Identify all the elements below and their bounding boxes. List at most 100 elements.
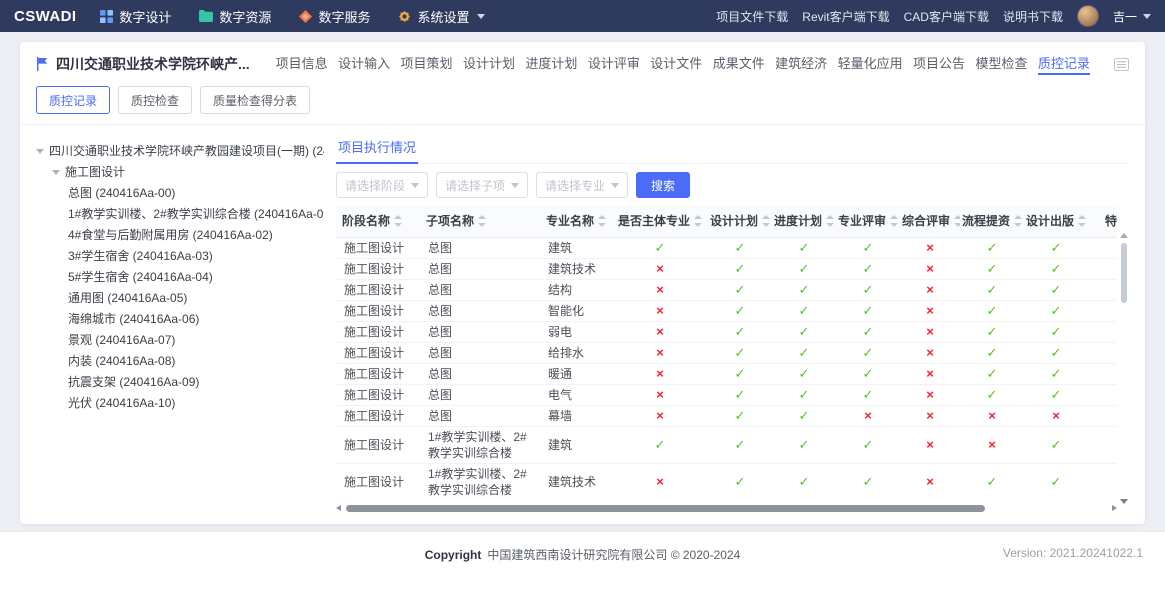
tab-项目公告[interactable]: 项目公告 <box>913 53 965 75</box>
download-link-2[interactable]: CAD客户端下载 <box>904 8 989 25</box>
check-icon: ✓ <box>987 474 998 489</box>
chevron-down-icon <box>611 183 619 188</box>
nav-menu-settings[interactable]: 系统设置 <box>398 7 485 26</box>
tab-建筑经济[interactable]: 建筑经济 <box>775 53 827 75</box>
sort-icon[interactable] <box>1014 215 1022 227</box>
tree-item[interactable]: 通用图 (240416Aa-05) <box>36 288 324 309</box>
sort-icon[interactable] <box>1078 215 1086 227</box>
horizontal-scrollbar[interactable] <box>336 504 1115 514</box>
sort-icon[interactable] <box>762 215 770 227</box>
table-row: 施工图设计总图弱电×✓✓✓×✓✓ <box>336 322 1117 343</box>
user-menu[interactable]: 吉一 <box>1113 8 1151 25</box>
sub-tab-质量检查得分表[interactable]: 质量检查得分表 <box>200 86 310 114</box>
sort-icon[interactable] <box>954 215 960 227</box>
cell-status: ✓ <box>708 385 772 406</box>
content: 四川交通职业技术学院环峡产教园建设项目(一期) (240416Aa) 施工图设计… <box>36 135 1129 514</box>
cell-status: × <box>900 238 960 259</box>
cell-status: × <box>612 464 708 501</box>
tree-item[interactable]: 4#食堂与后勤附属用房 (240416Aa-02) <box>36 225 324 246</box>
check-icon: ✓ <box>863 324 874 339</box>
nav-menu-resource[interactable]: 数字资源 <box>199 7 271 26</box>
app-logo[interactable]: CSWADI <box>14 8 76 25</box>
column-header-0[interactable]: 阶段名称 <box>336 206 420 238</box>
column-header-10[interactable]: 特殊 <box>1088 206 1117 238</box>
cross-icon: × <box>656 387 664 402</box>
exec-tab-bar: 项目执行情况 <box>336 135 1129 164</box>
tree-item[interactable]: 景观 (240416Aa-07) <box>36 330 324 351</box>
column-label: 设计出版 <box>1026 214 1074 228</box>
column-header-8[interactable]: 流程提资 <box>960 206 1024 238</box>
check-icon: ✓ <box>987 282 998 297</box>
scroll-right-icon[interactable] <box>1112 505 1117 511</box>
tab-进度计划[interactable]: 进度计划 <box>525 53 577 75</box>
cross-icon: × <box>656 282 664 297</box>
tab-project-execution[interactable]: 项目执行情况 <box>336 135 418 164</box>
download-link-0[interactable]: 项目文件下载 <box>716 8 788 25</box>
tab-设计评审[interactable]: 设计评审 <box>588 53 640 75</box>
user-avatar[interactable] <box>1077 5 1099 27</box>
filter-select-2[interactable]: 请选择专业 <box>536 172 628 198</box>
tab-设计计划[interactable]: 设计计划 <box>463 53 515 75</box>
filter-select-0[interactable]: 请选择阶段 <box>336 172 428 198</box>
sort-icon[interactable] <box>478 215 486 227</box>
cell-stage: 施工图设计 <box>336 464 420 501</box>
tab-成果文件[interactable]: 成果文件 <box>713 53 765 75</box>
sort-icon[interactable] <box>394 215 402 227</box>
sort-icon[interactable] <box>826 215 834 227</box>
tab-质控记录[interactable]: 质控记录 <box>1038 53 1090 75</box>
sub-tab-质控记录[interactable]: 质控记录 <box>36 86 110 114</box>
column-header-5[interactable]: 进度计划 <box>772 206 836 238</box>
tab-设计文件[interactable]: 设计文件 <box>650 53 702 75</box>
cross-icon: × <box>656 408 664 423</box>
tree-root[interactable]: 四川交通职业技术学院环峡产教园建设项目(一期) (240416Aa) <box>36 141 324 162</box>
list-icon[interactable] <box>1114 58 1129 71</box>
scroll-up-icon[interactable] <box>1120 233 1128 238</box>
scroll-down-icon[interactable] <box>1120 499 1128 504</box>
tab-模型检查[interactable]: 模型检查 <box>975 53 1027 75</box>
cell-status: ✓ <box>708 364 772 385</box>
tree-item[interactable]: 1#教学实训楼、2#教学实训综合楼 (240416Aa-01) <box>36 204 324 225</box>
cell-sub: 1#教学实训楼、2#教学实训综合楼 <box>420 464 540 501</box>
tree-item[interactable]: 5#学生宿舍 (240416Aa-04) <box>36 267 324 288</box>
scroll-left-icon[interactable] <box>336 505 341 511</box>
tree-item[interactable]: 海绵城市 (240416Aa-06) <box>36 309 324 330</box>
table-row: 施工图设计总图建筑✓✓✓✓×✓✓ <box>336 238 1117 259</box>
sub-tab-质控检查[interactable]: 质控检查 <box>118 86 192 114</box>
table-scroll-area[interactable]: 阶段名称子项名称专业名称是否主体专业设计计划进度计划专业评审综合评审流程提资设计… <box>336 206 1117 500</box>
project-header: 四川交通职业技术学院环峡产... 项目信息设计输入项目策划设计计划进度计划设计评… <box>36 52 1129 76</box>
vertical-scrollbar[interactable] <box>1119 237 1129 498</box>
column-header-7[interactable]: 综合评审 <box>900 206 960 238</box>
sort-icon[interactable] <box>694 215 702 227</box>
tab-设计输入[interactable]: 设计输入 <box>338 53 390 75</box>
column-header-6[interactable]: 专业评审 <box>836 206 900 238</box>
cell-major: 幕墙 <box>540 406 612 427</box>
cross-icon: × <box>988 408 996 423</box>
column-header-3[interactable]: 是否主体专业 <box>612 206 708 238</box>
cross-icon: × <box>656 261 664 276</box>
horizontal-scrollbar-thumb[interactable] <box>346 505 985 512</box>
sort-icon[interactable] <box>890 215 898 227</box>
column-header-9[interactable]: 设计出版 <box>1024 206 1088 238</box>
tree-item[interactable]: 光伏 (240416Aa-10) <box>36 393 324 414</box>
nav-menu-service[interactable]: 数字服务 <box>299 7 370 26</box>
column-label: 专业评审 <box>838 214 886 228</box>
tab-轻量化应用[interactable]: 轻量化应用 <box>838 53 903 75</box>
tree-item[interactable]: 抗震支架 (240416Aa-09) <box>36 372 324 393</box>
check-icon: ✓ <box>1051 474 1062 489</box>
tree-item[interactable]: 3#学生宿舍 (240416Aa-03) <box>36 246 324 267</box>
column-header-1[interactable]: 子项名称 <box>420 206 540 238</box>
tab-项目策划[interactable]: 项目策划 <box>401 53 453 75</box>
tab-项目信息[interactable]: 项目信息 <box>276 53 328 75</box>
tree-item[interactable]: 总图 (240416Aa-00) <box>36 183 324 204</box>
filter-select-1[interactable]: 请选择子项 <box>436 172 528 198</box>
download-link-1[interactable]: Revit客户端下载 <box>802 8 889 25</box>
tree-branch[interactable]: 施工图设计 <box>36 162 324 183</box>
download-link-3[interactable]: 说明书下载 <box>1003 8 1063 25</box>
tree-item[interactable]: 内装 (240416Aa-08) <box>36 351 324 372</box>
nav-menu-design[interactable]: 数字设计 <box>100 7 171 26</box>
column-header-2[interactable]: 专业名称 <box>540 206 612 238</box>
vertical-scrollbar-thumb[interactable] <box>1121 243 1127 303</box>
search-button[interactable]: 搜索 <box>636 172 690 198</box>
column-header-4[interactable]: 设计计划 <box>708 206 772 238</box>
sort-icon[interactable] <box>598 215 606 227</box>
